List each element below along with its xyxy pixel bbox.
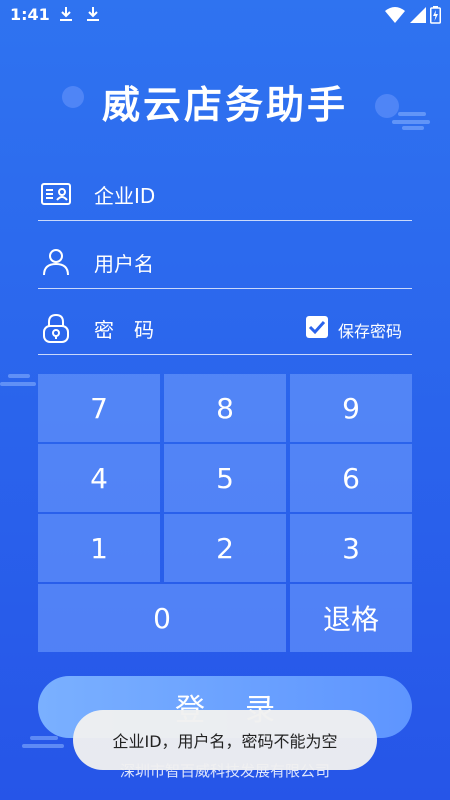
app-title: 威云店务助手: [101, 83, 348, 127]
lock-icon: [43, 313, 69, 343]
username-input[interactable]: 用户名: [94, 248, 154, 277]
key-8[interactable]: 8: [164, 374, 286, 442]
download-icon: [60, 7, 72, 21]
decorative-cloud: [22, 736, 64, 748]
key-1[interactable]: 1: [38, 514, 160, 582]
key-4[interactable]: 4: [38, 444, 160, 512]
download-icon: [87, 7, 99, 21]
username-field[interactable]: 用户名: [38, 234, 412, 289]
company-id-input[interactable]: 企业ID: [94, 180, 155, 209]
battery-charging-icon: [430, 6, 441, 24]
checkmark-icon: [308, 320, 326, 335]
backspace-key[interactable]: 退格: [290, 584, 412, 652]
remember-password-checkbox[interactable]: [306, 316, 328, 338]
wifi-icon: [385, 7, 405, 23]
status-bar: 1:41: [0, 0, 450, 30]
password-field[interactable]: 密 码 保存密码: [38, 300, 412, 355]
key-9[interactable]: 9: [290, 374, 412, 442]
toast-message: 企业ID，用户名，密码不能为空: [73, 710, 377, 770]
status-time: 1:41: [10, 5, 50, 24]
user-icon: [43, 249, 69, 276]
decorative-cloud: [0, 374, 36, 386]
signal-icon: [410, 7, 426, 23]
remember-password-toggle[interactable]: 保存密码: [306, 315, 406, 341]
key-5[interactable]: 5: [164, 444, 286, 512]
key-6[interactable]: 6: [290, 444, 412, 512]
company-id-field[interactable]: 企业ID: [38, 166, 412, 221]
password-input[interactable]: 密 码: [94, 314, 154, 343]
key-0[interactable]: 0: [38, 584, 286, 652]
numeric-keypad: 7 8 9 4 5 6 1 2 3 0 退格: [38, 374, 412, 654]
key-3[interactable]: 3: [290, 514, 412, 582]
key-7[interactable]: 7: [38, 374, 160, 442]
remember-password-label: 保存密码: [338, 322, 403, 341]
key-2[interactable]: 2: [164, 514, 286, 582]
id-card-icon: [41, 183, 71, 205]
